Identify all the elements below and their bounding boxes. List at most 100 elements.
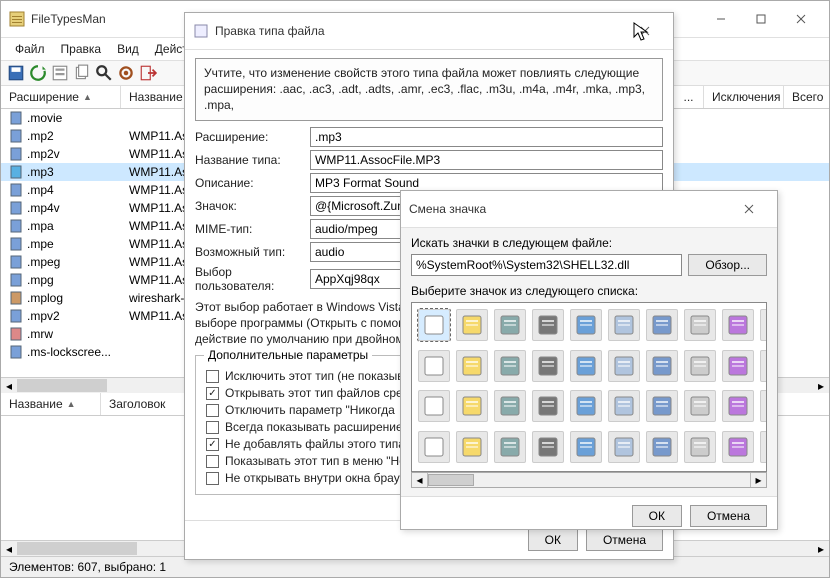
col-exclusions[interactable]: Исключения	[704, 86, 784, 108]
scroll-left-icon[interactable]: ◂	[1, 378, 17, 393]
icon-choice[interactable]	[646, 390, 678, 422]
icon-choice[interactable]	[456, 431, 488, 463]
icon-choice[interactable]	[494, 350, 526, 382]
scroll-left-icon[interactable]: ◂	[412, 473, 428, 487]
icon-choice[interactable]	[570, 390, 602, 422]
icon-choice[interactable]	[646, 309, 678, 341]
edit-close-button[interactable]	[625, 19, 665, 43]
ext-text: .mpv2	[27, 309, 60, 323]
icon-choice[interactable]	[684, 350, 716, 382]
checkbox-icon[interactable]	[206, 421, 219, 434]
dialog-icon	[193, 23, 209, 39]
ext-text: .mpeg	[27, 255, 60, 269]
icon-choice[interactable]	[608, 350, 640, 382]
icon-choice[interactable]	[456, 350, 488, 382]
icon-choice[interactable]	[646, 431, 678, 463]
scroll-left-icon[interactable]: ◂	[1, 541, 17, 556]
main-min-button[interactable]	[701, 7, 741, 31]
toolbar-save-icon[interactable]	[7, 64, 25, 82]
checkbox-icon[interactable]: ✓	[206, 387, 219, 400]
col-total[interactable]: Всего	[784, 86, 829, 108]
icon-choice[interactable]	[532, 431, 564, 463]
scroll-right-icon[interactable]: ▸	[813, 378, 829, 393]
file-type-icon	[9, 147, 23, 161]
icon-choice[interactable]	[494, 431, 526, 463]
icon-browse-button[interactable]: Обзор...	[688, 254, 767, 276]
menu-edit[interactable]: Правка	[53, 38, 110, 60]
icon-choice[interactable]	[418, 431, 450, 463]
input-ext[interactable]	[310, 127, 663, 147]
toolbar-exit-icon[interactable]	[139, 64, 157, 82]
scroll-right-icon[interactable]: ▸	[750, 473, 766, 487]
scroll-thumb[interactable]	[17, 542, 137, 555]
checkbox-label: Отключить параметр "Никогда	[225, 403, 395, 417]
edit-note: Учтите, что изменение свойств этого типа…	[195, 58, 663, 121]
icon-close-button[interactable]	[729, 197, 769, 221]
icon-choice[interactable]	[570, 350, 602, 382]
main-close-button[interactable]	[781, 7, 821, 31]
toolbar-copy-icon[interactable]	[73, 64, 91, 82]
icon-choice[interactable]	[684, 309, 716, 341]
icon-choice[interactable]	[418, 309, 450, 341]
checkbox-icon[interactable]	[206, 472, 219, 485]
icon-choice[interactable]	[494, 390, 526, 422]
icon-choice[interactable]	[608, 431, 640, 463]
icon-choice[interactable]	[570, 431, 602, 463]
scroll-thumb[interactable]	[428, 474, 474, 486]
toolbar-refresh-icon[interactable]	[29, 64, 47, 82]
ext-text: .mpa	[27, 219, 54, 233]
toolbar-props-icon[interactable]	[51, 64, 69, 82]
ext-text: .ms-lockscree...	[27, 345, 111, 359]
icon-choice[interactable]	[456, 309, 488, 341]
toolbar-settings-icon[interactable]	[117, 64, 135, 82]
label-ext: Расширение:	[195, 130, 310, 144]
menu-view[interactable]: Вид	[109, 38, 147, 60]
checkbox-icon[interactable]	[206, 370, 219, 383]
file-type-icon	[9, 255, 23, 269]
icon-ok-button[interactable]: ОК	[632, 505, 682, 527]
input-type[interactable]	[310, 150, 663, 170]
checkbox-icon[interactable]	[206, 404, 219, 417]
icon-choice[interactable]	[722, 431, 754, 463]
ext-text: .mp4	[27, 183, 54, 197]
toolbar-find-icon[interactable]	[95, 64, 113, 82]
icon-path-input[interactable]	[411, 254, 682, 276]
icon-choice[interactable]	[570, 309, 602, 341]
menu-file[interactable]: Файл	[7, 38, 53, 60]
icon-choice[interactable]	[684, 431, 716, 463]
icon-choice[interactable]	[532, 390, 564, 422]
icon-hscroll[interactable]: ◂ ▸	[411, 472, 767, 488]
col-extension[interactable]: Расширение▲	[1, 86, 121, 108]
icon-choice[interactable]	[608, 390, 640, 422]
icon-choice[interactable]	[722, 350, 754, 382]
col-ellipsis[interactable]: ...	[674, 86, 704, 108]
scroll-thumb[interactable]	[17, 379, 107, 392]
icon-choice[interactable]	[532, 350, 564, 382]
icon-cancel-button[interactable]: Отмена	[690, 505, 767, 527]
icon-choice[interactable]	[456, 390, 488, 422]
lower-col-name[interactable]: Название▲	[1, 393, 101, 415]
checkbox-icon[interactable]	[206, 455, 219, 468]
icon-titlebar: Смена значка	[401, 191, 777, 228]
icon-choice[interactable]	[722, 309, 754, 341]
checkbox-icon[interactable]: ✓	[206, 438, 219, 451]
icon-choice[interactable]	[418, 390, 450, 422]
label-ptype: Возможный тип:	[195, 245, 310, 259]
icon-choice[interactable]	[760, 431, 767, 463]
icon-choice[interactable]	[760, 309, 767, 341]
icon-choice[interactable]	[760, 390, 767, 422]
icon-choice[interactable]	[494, 309, 526, 341]
icon-choice[interactable]	[418, 350, 450, 382]
icon-choice[interactable]	[684, 390, 716, 422]
ext-text: .mp3	[27, 165, 54, 179]
status-text: Элементов: 607, выбрано: 1	[9, 560, 166, 574]
scroll-right-icon[interactable]: ▸	[813, 541, 829, 556]
icon-choice[interactable]	[760, 350, 767, 382]
icon-choice[interactable]	[608, 309, 640, 341]
icon-choice[interactable]	[722, 390, 754, 422]
icon-grid[interactable]	[411, 302, 767, 472]
icon-choice[interactable]	[646, 350, 678, 382]
sort-asc-icon: ▲	[67, 399, 76, 409]
icon-choice[interactable]	[532, 309, 564, 341]
main-max-button[interactable]	[741, 7, 781, 31]
